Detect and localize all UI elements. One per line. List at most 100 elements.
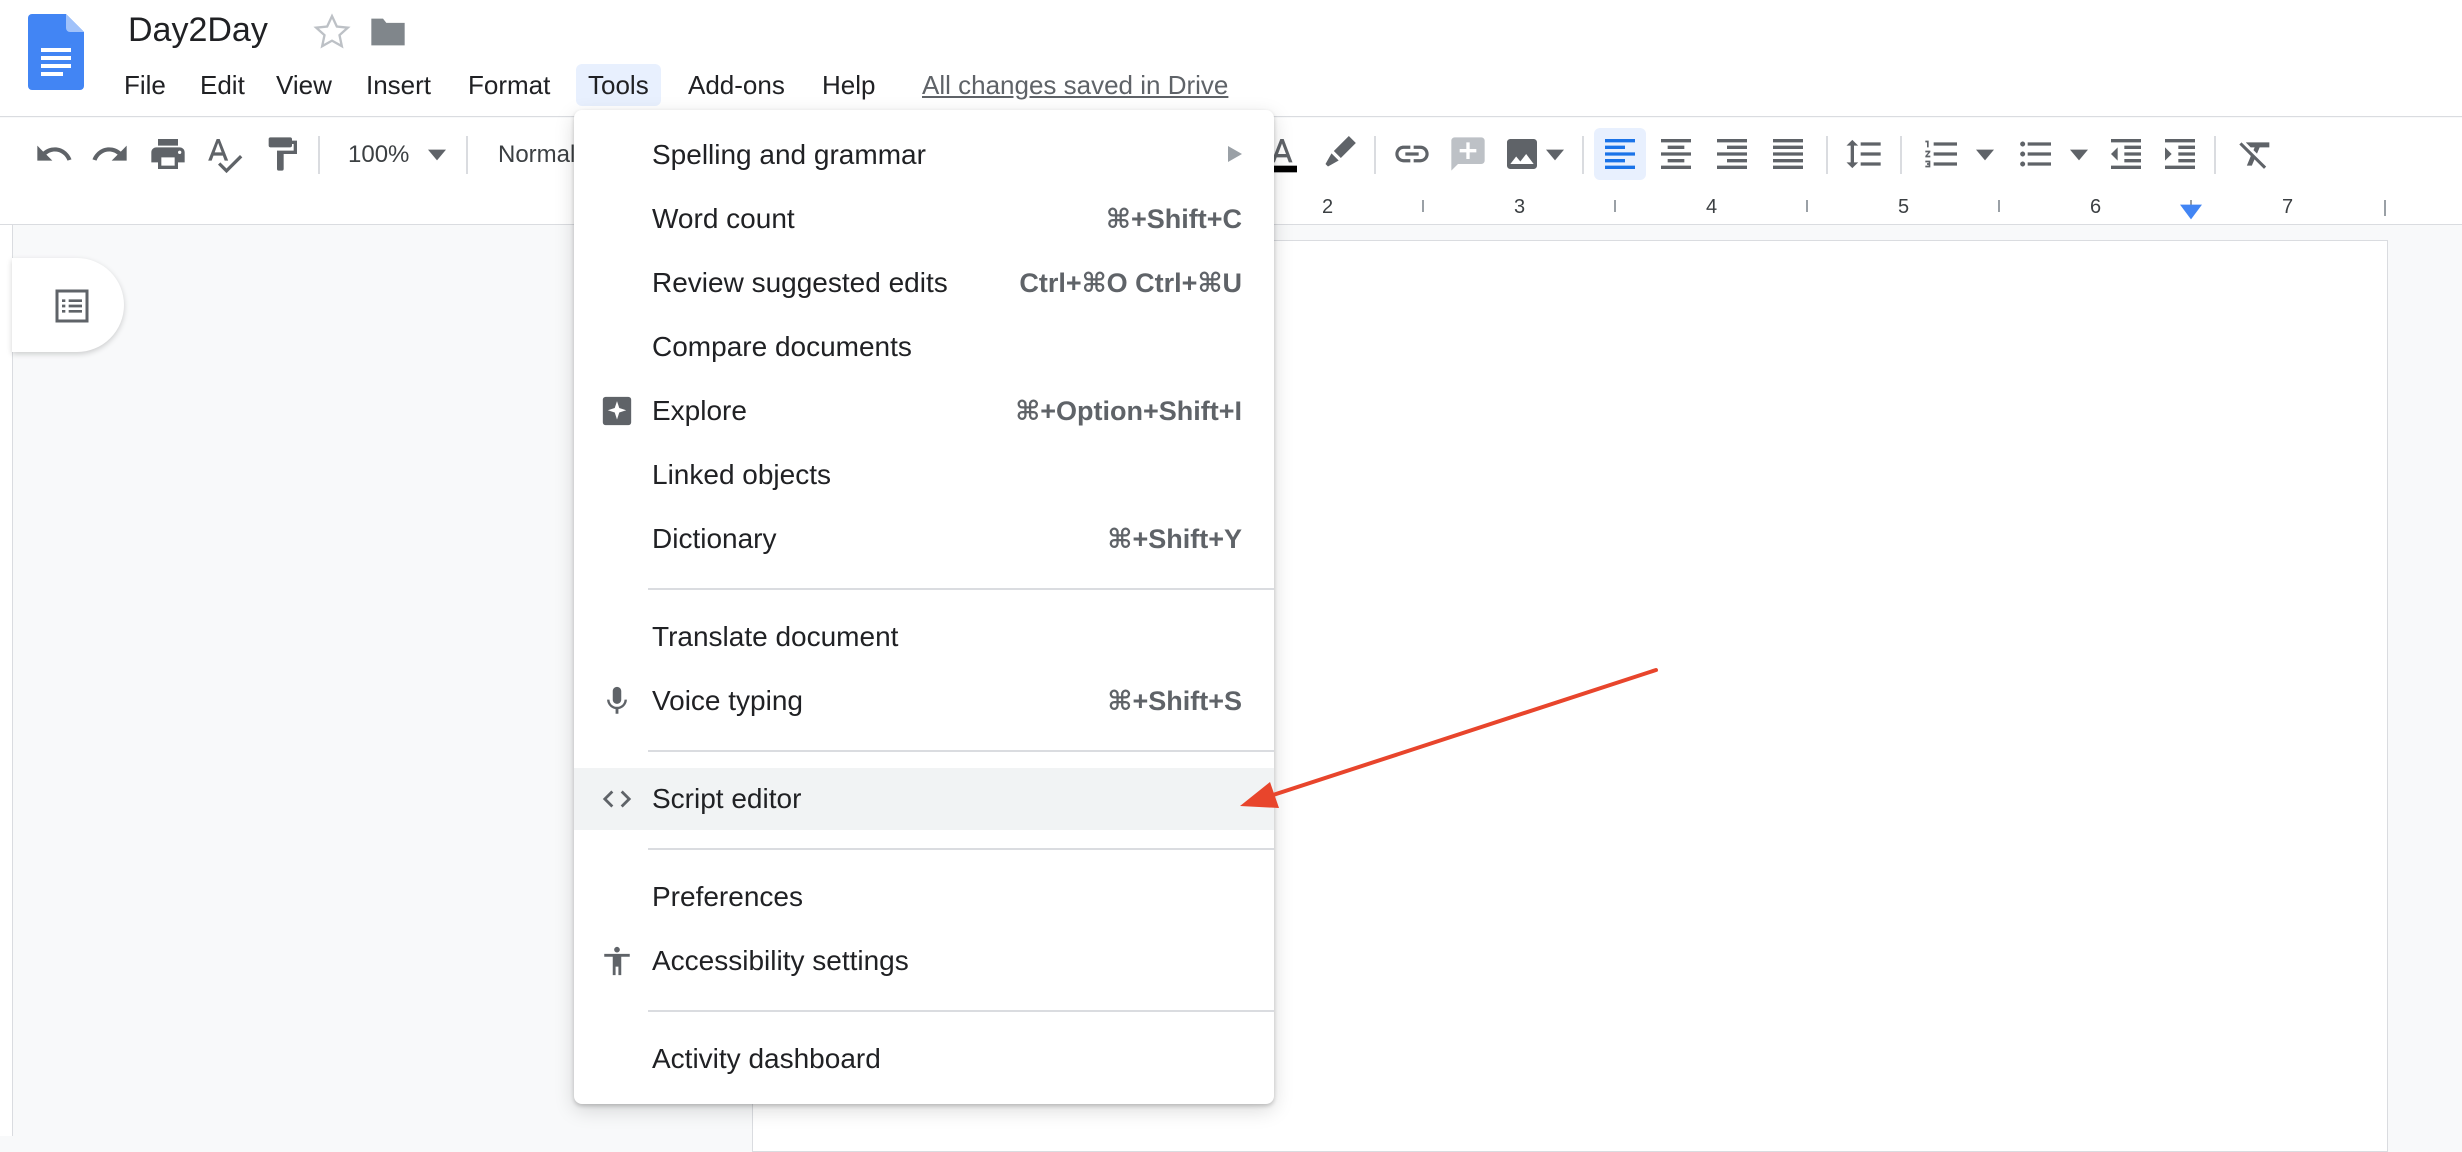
ruler-label: 7 <box>2282 196 2294 218</box>
code-icon <box>602 790 632 808</box>
numbered-list-icon[interactable] <box>1922 134 1962 174</box>
menu-item-activity-dashboard[interactable]: Activity dashboard <box>574 1028 1274 1090</box>
menu-item-translate-document[interactable]: Translate document <box>574 606 1274 668</box>
menu-item-label: Voice typing <box>652 685 803 716</box>
toolbar-separator <box>1900 136 1902 174</box>
menu-separator <box>648 588 1274 590</box>
align-center-icon[interactable] <box>1656 134 1696 174</box>
align-right-icon[interactable] <box>1712 134 1752 174</box>
menu-help[interactable]: Help <box>810 64 887 106</box>
menu-item-shortcut: Ctrl+⌘O Ctrl+⌘U <box>1019 268 1242 298</box>
spellcheck-icon[interactable] <box>204 134 244 174</box>
toolbar-separator <box>318 136 320 174</box>
menu-separator <box>648 848 1274 850</box>
menu-item-label: Spelling and grammar <box>652 139 926 170</box>
redo-icon[interactable] <box>90 134 130 174</box>
menu-item-label: Dictionary <box>652 523 777 554</box>
chevron-down-icon[interactable] <box>1976 148 1994 162</box>
menu-item-accessibility-settings[interactable]: Accessibility settings <box>574 930 1274 992</box>
menu-item-label: Word count <box>652 203 795 234</box>
menu-item-spelling-and-grammar[interactable]: Spelling and grammar <box>574 124 1274 186</box>
add-comment-icon[interactable] <box>1448 134 1488 174</box>
star-icon[interactable] <box>312 12 352 52</box>
ruler-label: 3 <box>1514 196 1526 218</box>
menu-separator <box>648 750 1274 752</box>
menu-item-explore[interactable]: Explore ⌘+Option+Shift+I <box>574 380 1274 442</box>
menu-item-linked-objects[interactable]: Linked objects <box>574 444 1274 506</box>
menu-item-dictionary[interactable]: Dictionary ⌘+Shift+Y <box>574 508 1274 570</box>
decrease-indent-icon[interactable] <box>2106 134 2146 174</box>
outline-list-icon <box>55 289 89 323</box>
ruler-tick <box>1614 200 1616 212</box>
tools-dropdown-menu: Spelling and grammar Word count ⌘+Shift+… <box>574 110 1274 1104</box>
paint-format-icon[interactable] <box>262 134 302 174</box>
vertical-ruler[interactable] <box>0 225 13 1136</box>
toolbar-separator <box>466 136 468 174</box>
menu-item-shortcut: ⌘+Shift+C <box>1105 204 1242 234</box>
bulleted-list-icon[interactable] <box>2016 134 2056 174</box>
ruler-label: 4 <box>1706 196 1718 218</box>
menu-add-ons[interactable]: Add-ons <box>676 64 797 106</box>
toolbar-separator <box>2214 136 2216 174</box>
toolbar-separator <box>1582 136 1584 174</box>
insert-image-icon[interactable] <box>1502 134 1542 174</box>
menu-insert[interactable]: Insert <box>354 64 443 106</box>
chevron-down-icon[interactable] <box>1546 148 1564 162</box>
folder-icon[interactable] <box>368 14 408 50</box>
ruler-label: 5 <box>1898 196 1910 218</box>
menu-edit[interactable]: Edit <box>188 64 257 106</box>
menu-item-label: Review suggested edits <box>652 267 948 298</box>
paragraph-style-select[interactable]: Normal <box>498 138 575 172</box>
menu-item-label: Linked objects <box>652 459 832 490</box>
menu-item-word-count[interactable]: Word count ⌘+Shift+C <box>574 188 1274 250</box>
justify-icon[interactable] <box>1768 134 1808 174</box>
toolbar-separator <box>1374 136 1376 174</box>
chevron-down-icon[interactable] <box>2070 148 2088 162</box>
clear-formatting-icon[interactable] <box>2236 134 2276 174</box>
chevron-down-icon[interactable] <box>428 148 446 162</box>
print-icon[interactable] <box>148 134 188 174</box>
ruler-label: 2 <box>1322 196 1334 218</box>
menu-item-label: Accessibility settings <box>652 945 909 976</box>
menu-item-label: Compare documents <box>652 331 912 362</box>
menu-item-label: Translate document <box>652 621 899 652</box>
menu-item-shortcut: ⌘+Shift+Y <box>1107 524 1242 554</box>
menu-item-review-suggested-edits[interactable]: Review suggested edits Ctrl+⌘O Ctrl+⌘U <box>574 252 1274 314</box>
submenu-arrow-icon <box>1228 146 1242 162</box>
ruler-tick <box>1806 200 1808 212</box>
ruler-label: 6 <box>2090 196 2102 218</box>
app-header: Day2Day File Edit View Insert Format Too… <box>0 0 2462 117</box>
ruler-tick <box>1422 200 1424 212</box>
ruler-tick <box>1998 200 2000 212</box>
google-docs-logo-icon[interactable] <box>28 14 84 90</box>
highlight-color-icon[interactable] <box>1318 134 1358 174</box>
document-outline-button[interactable] <box>12 258 124 352</box>
line-spacing-icon[interactable] <box>1844 134 1884 174</box>
menu-item-label: Script editor <box>652 783 802 814</box>
increase-indent-icon[interactable] <box>2160 134 2200 174</box>
save-status-link[interactable]: All changes saved in Drive <box>922 66 1228 104</box>
menu-file[interactable]: File <box>112 64 178 106</box>
document-title[interactable]: Day2Day <box>128 6 268 54</box>
menu-separator <box>648 1010 1274 1012</box>
toolbar-separator <box>1826 136 1828 174</box>
explore-icon <box>602 396 632 426</box>
menu-format[interactable]: Format <box>456 64 562 106</box>
zoom-select[interactable]: 100% <box>348 138 409 172</box>
microphone-icon <box>607 686 627 714</box>
menu-item-voice-typing[interactable]: Voice typing ⌘+Shift+S <box>574 670 1274 732</box>
menu-view[interactable]: View <box>264 64 344 106</box>
menu-item-script-editor[interactable]: Script editor <box>574 768 1274 830</box>
accessibility-icon <box>604 946 630 976</box>
ruler-tick <box>2384 200 2386 216</box>
menu-item-label: Activity dashboard <box>652 1043 881 1074</box>
menu-item-label: Preferences <box>652 881 803 912</box>
menu-tools[interactable]: Tools <box>576 64 661 106</box>
menu-item-preferences[interactable]: Preferences <box>574 866 1274 928</box>
menu-item-compare-documents[interactable]: Compare documents <box>574 316 1274 378</box>
menu-item-shortcut: ⌘+Option+Shift+I <box>1015 396 1242 426</box>
insert-link-icon[interactable] <box>1392 134 1432 174</box>
undo-icon[interactable] <box>34 134 74 174</box>
right-indent-marker-icon[interactable] <box>2180 204 2202 220</box>
align-left-icon[interactable] <box>1600 134 1640 174</box>
